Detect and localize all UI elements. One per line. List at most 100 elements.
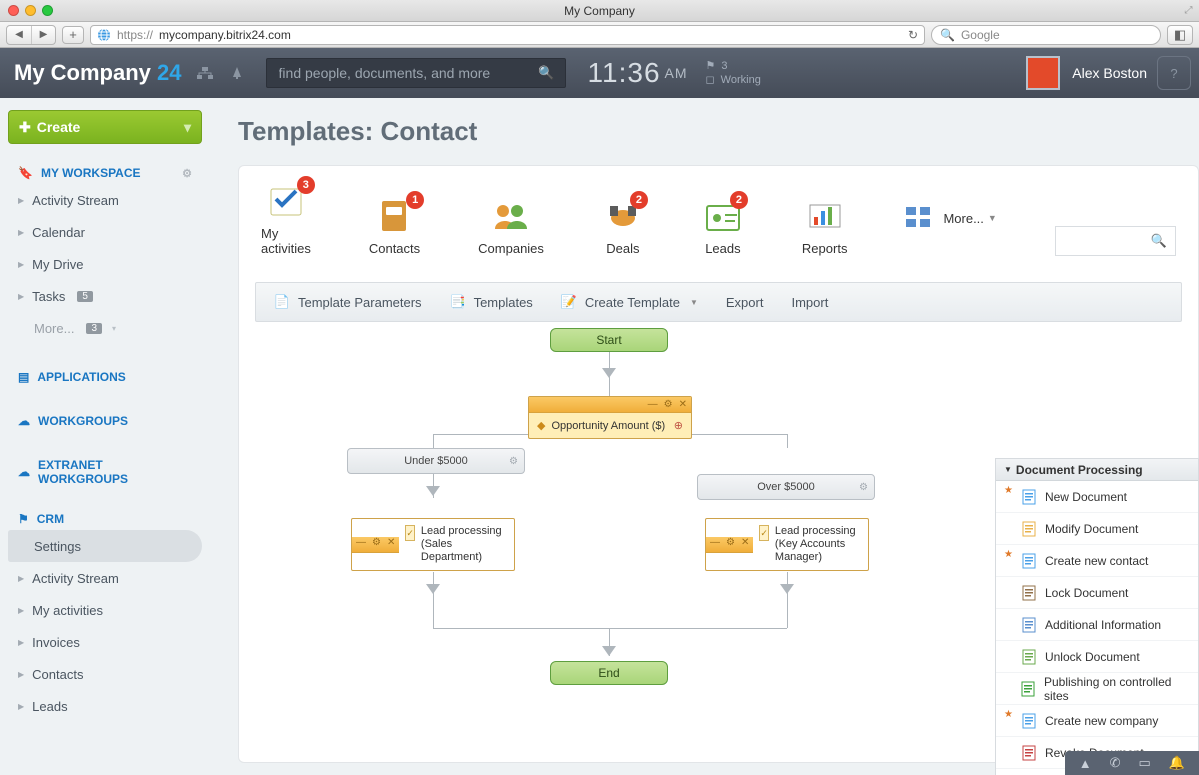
new-tab-button[interactable]: + xyxy=(62,26,84,44)
bell-icon[interactable] xyxy=(228,64,246,82)
help-button[interactable]: ? xyxy=(1157,56,1191,90)
app-search[interactable]: 🔍 xyxy=(266,58,566,88)
flow-condition-right[interactable]: Over $5000⚙ xyxy=(697,474,875,500)
dp-item[interactable]: ★Create new contact xyxy=(996,545,1198,577)
chat-icon[interactable]: ▭ xyxy=(1139,755,1151,771)
sitemap-icon[interactable] xyxy=(196,64,214,82)
page-title: Templates: Contact xyxy=(238,116,1199,147)
sidebar-item-contacts[interactable]: ▶Contacts xyxy=(8,658,202,690)
close-icon[interactable]: ✕ xyxy=(679,399,687,410)
close-icon[interactable]: ✕ xyxy=(741,537,749,552)
dp-item[interactable]: ★Additional Information xyxy=(996,609,1198,641)
reload-icon[interactable]: ↻ xyxy=(908,28,918,42)
crm-tab-leads[interactable]: 2 Leads xyxy=(702,197,744,256)
tb-export[interactable]: Export xyxy=(726,295,764,310)
dp-item[interactable]: ★Modify Document xyxy=(996,513,1198,545)
sidebar-item-label: Leads xyxy=(32,699,67,714)
gear-icon[interactable]: ⚙ xyxy=(182,167,192,180)
address-bar[interactable]: https://mycompany.bitrix24.com ↻ xyxy=(90,25,925,45)
plus-icon[interactable]: ⊕ xyxy=(674,419,683,432)
connector xyxy=(433,434,434,448)
sidebar-item-more[interactable]: More...3▾ xyxy=(8,312,202,344)
search-icon[interactable]: 🔍 xyxy=(538,65,554,81)
sidebar-item-label: Settings xyxy=(34,539,81,554)
dp-item[interactable]: ★New Document xyxy=(996,481,1198,513)
document-icon xyxy=(1021,745,1037,761)
crm-search[interactable]: 🔍 xyxy=(1055,226,1176,256)
arrow-icon xyxy=(602,646,616,656)
create-button[interactable]: ✚Create ▾ xyxy=(8,110,202,144)
search-input[interactable] xyxy=(277,64,539,82)
applications-section[interactable]: ▤APPLICATIONS xyxy=(8,366,202,388)
document-icon xyxy=(1021,553,1037,569)
sidebar-item-calendar[interactable]: ▶Calendar xyxy=(8,216,202,248)
browser-search[interactable]: 🔍 Google xyxy=(931,25,1161,45)
tb-label: Template Parameters xyxy=(298,295,422,310)
user-block[interactable]: Alex Boston xyxy=(1026,56,1147,90)
crm-tab-more[interactable]: More...▼ xyxy=(905,206,996,231)
brand-name: My Company xyxy=(14,60,151,85)
gear-icon[interactable]: ⚙ xyxy=(509,456,518,467)
dp-item[interactable]: ★Lock Document xyxy=(996,577,1198,609)
close-icon[interactable]: ✕ xyxy=(387,537,395,552)
tb-templates[interactable]: 📑Templates xyxy=(450,294,533,310)
gear-icon[interactable]: ⚙ xyxy=(372,537,381,552)
badge: 2 xyxy=(730,191,748,209)
sidebar-item-crm-activity-stream[interactable]: ▶Activity Stream xyxy=(8,562,202,594)
avatar[interactable] xyxy=(1026,56,1060,90)
flow-condition-left[interactable]: Under $5000 ⚙ xyxy=(347,448,525,474)
crm-header[interactable]: ⚑CRM xyxy=(8,508,202,530)
node-label: Under $5000 xyxy=(404,455,468,467)
flow-task-left[interactable]: —⚙✕ ✓Lead processing (Sales Department) xyxy=(351,518,515,571)
tb-create-template[interactable]: 📝Create Template▼ xyxy=(561,294,698,310)
minimize-icon[interactable]: — xyxy=(648,399,658,410)
browser-toolbar: ◀ ▶ + https://mycompany.bitrix24.com ↻ 🔍… xyxy=(0,22,1199,48)
crm-tab-deals[interactable]: 2 Deals xyxy=(602,197,644,256)
gear-icon[interactable]: ⚙ xyxy=(859,482,868,493)
workspace-header[interactable]: 🔖 MY WORKSPACE ⚙ xyxy=(8,162,202,184)
crm-tab-my-activities[interactable]: 3 My activities xyxy=(261,182,311,256)
flow-end-node[interactable]: End xyxy=(550,661,668,685)
sidebar-item-leads[interactable]: ▶Leads xyxy=(8,690,202,722)
crm-tab-reports[interactable]: Reports xyxy=(802,197,848,256)
sidebar-item-tasks[interactable]: ▶Tasks5 xyxy=(8,280,202,312)
bookmarks-button[interactable]: ◧ xyxy=(1167,25,1193,45)
forward-button[interactable]: ▶ xyxy=(31,26,55,44)
sidebar-item-my-drive[interactable]: ▶My Drive xyxy=(8,248,202,280)
back-button[interactable]: ◀ xyxy=(7,26,31,44)
dp-item[interactable]: ★Unlock Document xyxy=(996,641,1198,673)
gear-icon[interactable]: ⚙ xyxy=(726,537,735,552)
bookmark-icon: 🔖 xyxy=(18,166,33,180)
crm-section: ⚑CRM Settings ▶Activity Stream ▶My activ… xyxy=(8,508,202,722)
sidebar-item-settings[interactable]: Settings xyxy=(8,530,202,562)
extranet-section[interactable]: ☁EXTRANET WORKGROUPS xyxy=(8,454,202,490)
tab-label: Leads xyxy=(705,241,740,256)
flow-decision-node[interactable]: —⚙✕ ◆Opportunity Amount ($)⊕ xyxy=(528,396,692,439)
search-icon: 🔍 xyxy=(1151,233,1167,249)
workgroups-section[interactable]: ☁WORKGROUPS xyxy=(8,410,202,432)
brand[interactable]: My Company 24 xyxy=(14,60,182,86)
clock: 11:36 AM xyxy=(588,57,688,89)
dp-header[interactable]: ▼Document Processing xyxy=(996,459,1198,481)
companies-icon xyxy=(490,197,532,235)
crm-tab-companies[interactable]: Companies xyxy=(478,197,544,256)
dp-item-label: Create new contact xyxy=(1045,554,1148,568)
tb-import[interactable]: Import xyxy=(791,295,828,310)
flow-task-right[interactable]: —⚙✕ ✓Lead processing (Key Accounts Manag… xyxy=(705,518,869,571)
minimize-icon[interactable]: — xyxy=(356,537,366,552)
flow-start-node[interactable]: Start xyxy=(550,328,668,352)
dp-item[interactable]: ★Publishing on controlled sites xyxy=(996,673,1198,705)
fullscreen-icon[interactable]: ⤢ xyxy=(1182,4,1195,17)
diamond-icon: ◆ xyxy=(537,419,545,432)
tb-template-params[interactable]: 📄Template Parameters xyxy=(274,294,422,310)
dp-item[interactable]: ★Create new company xyxy=(996,705,1198,737)
phone-icon[interactable]: ✆ xyxy=(1110,755,1121,771)
gear-icon[interactable]: ⚙ xyxy=(664,399,673,410)
sidebar-item-invoices[interactable]: ▶Invoices xyxy=(8,626,202,658)
sidebar-item-my-activities[interactable]: ▶My activities xyxy=(8,594,202,626)
expand-icon[interactable]: ▲ xyxy=(1079,756,1092,771)
sidebar-item-activity-stream[interactable]: ▶Activity Stream xyxy=(8,184,202,216)
crm-tab-contacts[interactable]: 1 Contacts xyxy=(369,197,420,256)
bell-icon[interactable]: 🔔 xyxy=(1169,755,1185,771)
minimize-icon[interactable]: — xyxy=(710,537,720,552)
